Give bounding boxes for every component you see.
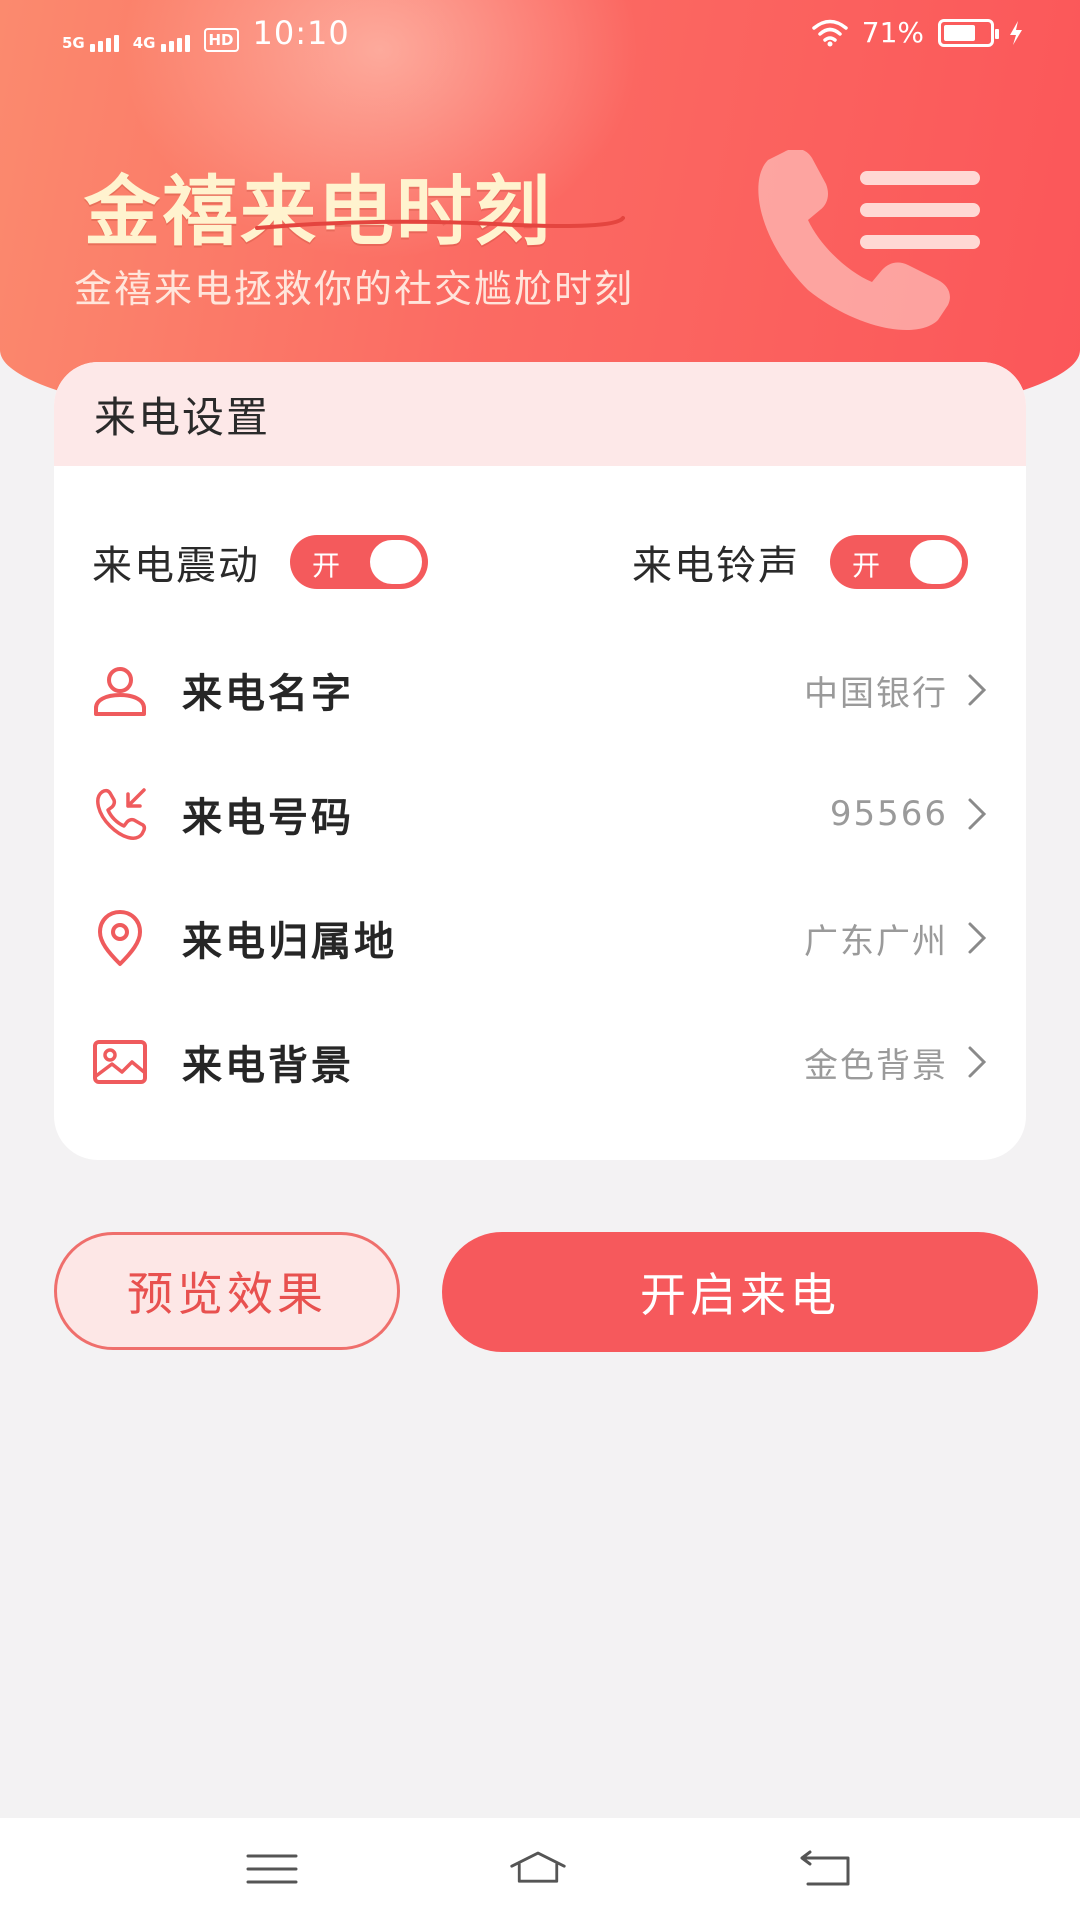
network-label-4g: 4G — [132, 34, 156, 52]
wifi-icon — [812, 19, 848, 46]
ringtone-toggle-state: 开 — [852, 549, 881, 582]
incoming-call-icon — [96, 788, 147, 840]
caller-background-label: 来电背景 — [182, 1043, 354, 1089]
app-title: 金禧来电时刻 — [84, 167, 552, 256]
battery-icon — [938, 18, 999, 47]
signal-bar — [168, 41, 174, 52]
signal-bar — [105, 38, 111, 52]
status-time: 10:10 — [252, 14, 350, 52]
menu-icon[interactable] — [860, 165, 980, 255]
app-subtitle: 金禧来电拯救你的社交尴尬时刻 — [74, 267, 635, 311]
setting-row-caller-number[interactable]: 来电号码 95566 — [54, 766, 1026, 862]
battery-percent: 71% — [861, 16, 924, 49]
vibration-toggle-state: 开 — [312, 549, 341, 582]
menu-line — [860, 235, 980, 249]
home-icon[interactable] — [508, 1846, 568, 1892]
caller-number-label: 来电号码 — [182, 795, 354, 841]
toggle-knob — [910, 540, 962, 584]
vibration-setting: 来电震动 开 — [92, 532, 428, 592]
caller-location-value: 广东广州 — [804, 921, 948, 962]
start-call-button[interactable]: 开启来电 — [442, 1232, 1038, 1352]
status-left: 5G 4G HD 10:10 — [62, 14, 350, 52]
caller-number-value: 95566 — [829, 794, 948, 834]
preview-button[interactable]: 预览效果 — [54, 1232, 400, 1350]
setting-row-caller-name[interactable]: 来电名字 中国银行 — [54, 642, 1026, 738]
back-icon[interactable] — [796, 1846, 856, 1892]
caller-location-label: 来电归属地 — [182, 919, 397, 965]
setting-row-caller-location[interactable]: 来电归属地 广东广州 — [54, 890, 1026, 986]
person-icon — [94, 667, 146, 716]
signal-bar — [113, 35, 119, 52]
caller-background-value: 金色背景 — [804, 1045, 948, 1086]
toggle-knob — [370, 540, 422, 584]
signal-5g: 5G — [62, 34, 119, 52]
settings-card: 来电设置 来电震动 开 来电铃声 开 来电名字 中国银行 来电号码 95566 … — [54, 362, 1026, 1160]
chevron-right-icon — [968, 674, 987, 706]
signal-bar — [160, 44, 166, 52]
battery-tip — [995, 28, 999, 39]
status-bar: 5G 4G HD 10:10 71% — [0, 0, 1080, 68]
location-pin-icon — [98, 910, 142, 966]
vibration-toggle[interactable]: 开 — [290, 535, 428, 589]
caller-name-value: 中国银行 — [804, 673, 948, 714]
signal-4g: 4G — [133, 34, 190, 52]
setting-row-caller-background[interactable]: 来电背景 金色背景 — [54, 1014, 1026, 1110]
ringtone-toggle[interactable]: 开 — [830, 535, 968, 589]
settings-section-title: 来电设置 — [54, 362, 1026, 466]
signal-bar — [89, 44, 95, 52]
status-right: 71% — [812, 16, 1024, 49]
signal-bar — [184, 35, 190, 52]
signal-bar — [97, 41, 103, 52]
toggle-row: 来电震动 开 来电铃声 开 — [54, 532, 1026, 592]
chevron-right-icon — [968, 1046, 987, 1078]
battery-level — [944, 24, 976, 41]
chevron-right-icon — [968, 922, 987, 954]
system-nav-bar — [0, 1818, 1080, 1920]
network-label-5g: 5G — [62, 34, 85, 52]
ringtone-label: 来电铃声 — [632, 543, 800, 589]
image-icon — [93, 1040, 147, 1084]
ringtone-setting: 来电铃声 开 — [632, 532, 968, 592]
signal-bar — [176, 38, 182, 52]
title-underline-decoration — [255, 216, 625, 230]
menu-line — [860, 203, 980, 217]
charging-icon — [1010, 20, 1022, 45]
vibration-label: 来电震动 — [92, 543, 260, 589]
hd-badge: HD — [203, 28, 239, 52]
menu-line — [860, 171, 980, 185]
recent-apps-icon[interactable] — [242, 1846, 302, 1892]
caller-name-label: 来电名字 — [182, 671, 354, 717]
chevron-right-icon — [968, 798, 987, 830]
